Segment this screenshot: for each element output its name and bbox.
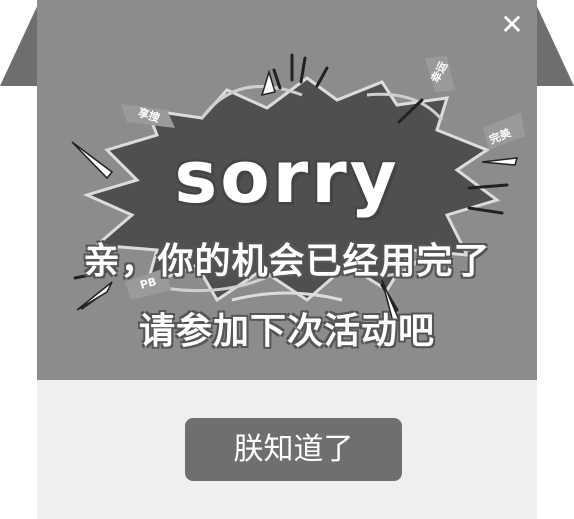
confirm-button[interactable]: 朕知道了 [185,418,402,481]
message-line-1: 亲，你的机会已经用完了 [83,241,491,282]
close-icon[interactable]: ✕ [499,11,525,39]
sorry-banner: 享搜 幸运 完美 PB sorry 亲，你的机会已经用完了 请参加下次活动吧 ✕ [37,0,537,380]
sorry-title: sorry [174,135,400,219]
popup-dialog: 享搜 幸运 完美 PB sorry 亲，你的机会已经用完了 请参加下次活动吧 ✕… [37,0,537,519]
message-line-2: 请参加下次活动吧 [138,311,435,352]
